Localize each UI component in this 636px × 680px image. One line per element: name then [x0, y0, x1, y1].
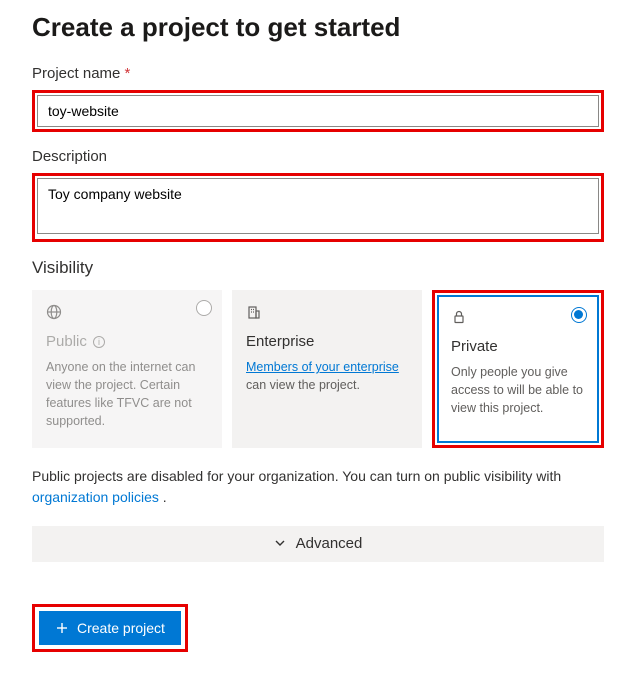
create-button-highlight: Create project: [32, 604, 188, 652]
private-title: Private: [451, 338, 585, 355]
radio-public: [196, 300, 212, 316]
visibility-options: Public i Anyone on the internet can view…: [32, 290, 604, 448]
page-title: Create a project to get started: [32, 12, 604, 43]
public-desc: Anyone on the internet can view the proj…: [46, 358, 208, 431]
visibility-label: Visibility: [32, 258, 604, 278]
enterprise-members-link[interactable]: Members of your enterprise: [246, 360, 399, 374]
public-title: Public i: [46, 333, 208, 350]
visibility-option-private[interactable]: Private Only people you give access to w…: [437, 295, 599, 443]
advanced-label: Advanced: [296, 535, 363, 552]
project-name-label: Project name *: [32, 65, 604, 82]
public-disabled-note: Public projects are disabled for your or…: [32, 466, 604, 508]
enterprise-desc: Members of your enterprise can view the …: [246, 358, 408, 394]
create-project-button[interactable]: Create project: [39, 611, 181, 645]
enterprise-title: Enterprise: [246, 333, 408, 350]
project-name-highlight: [32, 90, 604, 132]
info-icon: i: [93, 336, 105, 348]
chevron-down-icon: [274, 536, 286, 553]
radio-private[interactable]: [571, 307, 587, 323]
description-input[interactable]: [37, 178, 599, 234]
lock-icon: [451, 309, 585, 328]
visibility-option-public: Public i Anyone on the internet can view…: [32, 290, 222, 448]
building-icon: [246, 304, 408, 323]
project-name-input[interactable]: [37, 95, 599, 127]
advanced-toggle[interactable]: Advanced: [32, 526, 604, 562]
private-highlight: Private Only people you give access to w…: [432, 290, 604, 448]
description-highlight: [32, 173, 604, 242]
description-label: Description: [32, 148, 604, 165]
organization-policies-link[interactable]: organization policies: [32, 489, 159, 505]
globe-icon: [46, 304, 208, 323]
create-button-label: Create project: [77, 620, 165, 636]
plus-icon: [55, 621, 69, 635]
required-mark: *: [125, 65, 131, 82]
private-desc: Only people you give access to will be a…: [451, 363, 585, 417]
visibility-option-enterprise[interactable]: Enterprise Members of your enterprise ca…: [232, 290, 422, 448]
